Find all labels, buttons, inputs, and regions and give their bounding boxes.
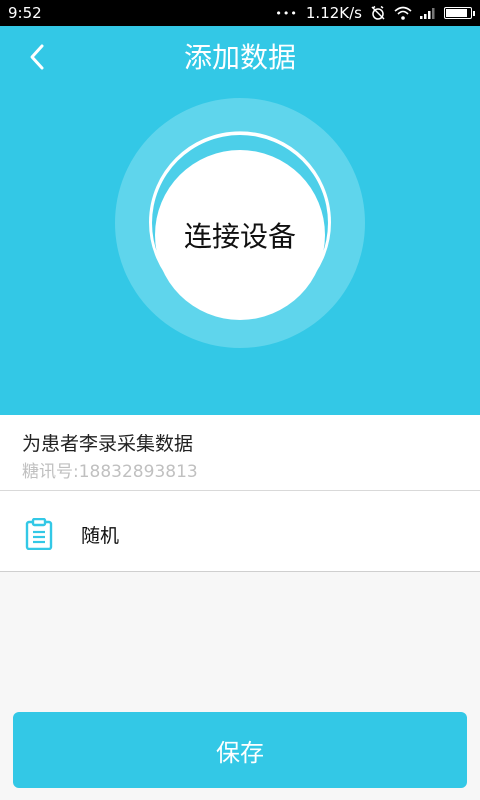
alarm-off-icon	[370, 5, 386, 21]
status-time: 9:52	[8, 4, 42, 22]
battery-fill	[446, 9, 467, 17]
connect-device-button[interactable]: 连接设备	[155, 150, 325, 320]
patient-phone-text: 糖讯号:18832893813	[22, 462, 198, 482]
wifi-icon	[394, 6, 412, 20]
save-button[interactable]: 保存	[13, 712, 467, 788]
patient-info: 为患者李录采集数据 糖讯号:18832893813	[0, 415, 480, 491]
measurement-mode-row[interactable]: 随机	[0, 491, 480, 572]
header: 添加数据 连接设备	[0, 26, 480, 415]
network-speed: 1.12K/s	[305, 4, 362, 22]
connect-device-label: 连接设备	[183, 220, 296, 253]
status-dots: •••	[275, 6, 298, 20]
battery-icon	[444, 7, 475, 19]
patient-collect-text: 为患者李录采集数据	[22, 433, 194, 455]
status-bar: 9:52 ••• 1.12K/s	[0, 0, 480, 26]
page-title: 添加数据	[183, 41, 296, 74]
save-label: 保存	[216, 738, 264, 767]
clipboard-icon	[25, 518, 53, 550]
mode-label: 随机	[81, 525, 120, 547]
signal-icon	[420, 7, 436, 19]
